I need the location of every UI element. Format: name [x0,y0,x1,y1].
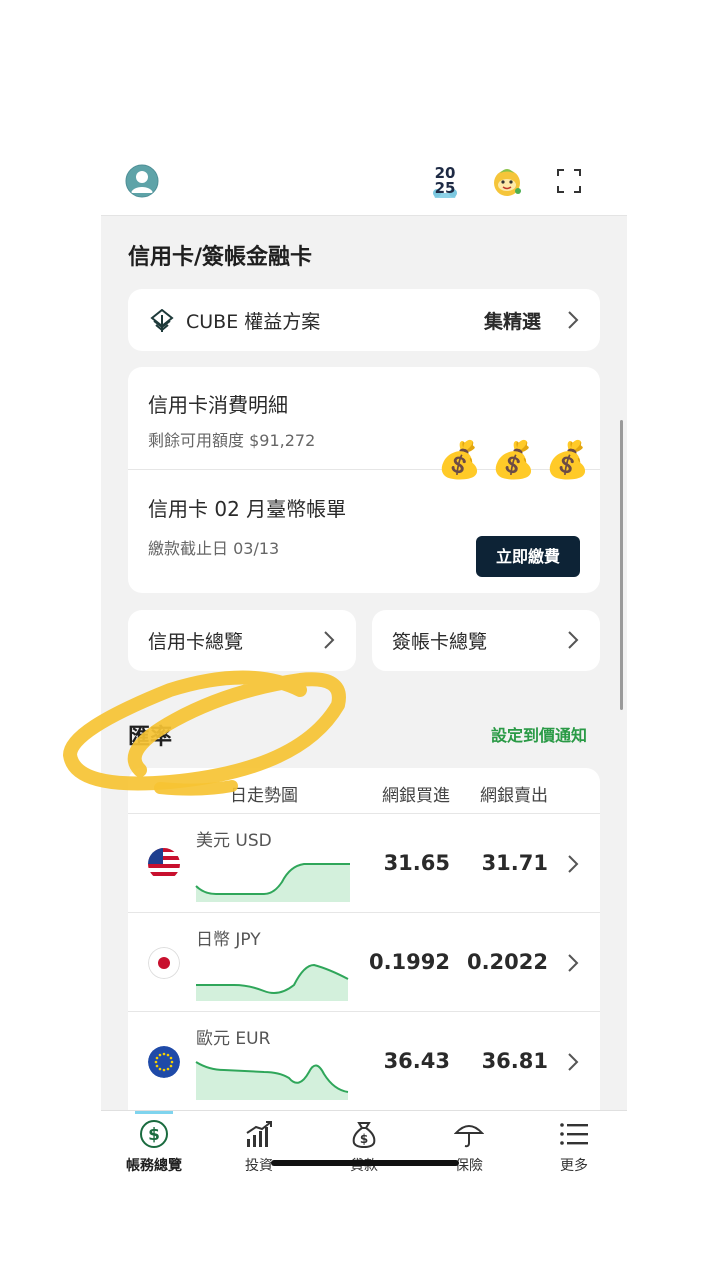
buy-rate: 31.65 [383,851,450,875]
chevron-right-icon [568,311,579,329]
chevron-right-icon [568,631,579,649]
home-indicator[interactable] [271,1160,459,1166]
buy-rate: 0.1992 [368,950,450,974]
credit-section-title: 信用卡/簽帳金融卡 [128,245,313,270]
credit-card-overview-label: 信用卡總覽 [148,631,244,653]
credit-card-overview-button[interactable]: 信用卡總覽 [128,610,356,671]
eur-trend-sparkline [195,1061,349,1100]
sell-rate: 0.2022 [466,950,548,974]
chevron-right-icon [568,1053,579,1071]
cube-logo-icon [150,309,174,332]
cube-benefit-label: CUBE 權益方案 [186,311,321,333]
chevron-right-icon [568,855,579,873]
nav-investment[interactable]: 投資 [219,1119,299,1181]
nav-account-overview[interactable]: $ 帳務總覽 [114,1119,194,1181]
available-credit-text: 剩餘可用額度 $91,272 [148,431,316,450]
money-bag-sticker: 💰 [437,440,482,481]
top-bar: 20 25 [101,155,627,216]
sell-rate: 31.71 [481,851,548,875]
debit-card-overview-button[interactable]: 簽帳卡總覽 [372,610,600,671]
nav-more[interactable]: 更多 [534,1119,614,1181]
usd-trend-sparkline [195,863,350,902]
year-2025-badge-icon[interactable]: 20 25 [429,163,461,199]
eu-flag-icon [148,1046,180,1078]
scrollbar[interactable] [620,420,623,710]
us-flag-icon [148,848,180,880]
price-alert-link[interactable]: 設定到價通知 [491,722,587,746]
currency-name: 日幣 JPY [196,930,261,950]
mascot-icon[interactable] [491,165,523,197]
cube-benefit-card[interactable]: CUBE 權益方案 集精選 [128,289,600,351]
app-screen: 20 25 信用卡/簽帳金融卡 CUBE 權益方案 集精選 信用卡消費明細 剩餘… [101,155,627,1225]
rate-row-jpy[interactable]: 日幣 JPY 0.1992 0.2022 [128,913,600,1012]
money-bag-sticker: 💰 [491,440,536,481]
bottom-navigation: $ 帳務總覽 投資 $ 貸款 保險 更多 [101,1110,627,1225]
svg-text:$: $ [148,1125,160,1145]
rate-row-eur[interactable]: 歐元 EUR 36.43 36.81 [128,1012,600,1111]
sell-rate: 36.81 [481,1049,548,1073]
debit-card-overview-label: 簽帳卡總覽 [392,631,488,653]
rate-row-usd[interactable]: 美元 USD 31.65 31.71 [128,814,600,913]
avatar-icon[interactable] [125,164,159,198]
buy-column-header: 網銀買進 [382,786,450,806]
svg-text:$: $ [360,1132,368,1146]
exchange-rate-card: 日走勢圖 網銀買進 網銀賣出 美元 USD 31.65 31.71 日幣 JPY… [128,768,600,1118]
umbrella-icon [454,1125,484,1148]
buy-rate: 36.43 [383,1049,450,1073]
jpy-trend-sparkline [196,963,349,1001]
nav-label: 更多 [560,1158,588,1174]
japan-flag-icon [148,947,180,979]
currency-name: 美元 USD [196,831,272,851]
nav-loan[interactable]: $ 貸款 [324,1119,404,1181]
sell-column-header: 網銀賣出 [480,786,548,806]
chevron-right-icon [324,631,335,649]
bill-due-date: 繳款截止日 03/13 [148,539,280,558]
chevron-right-icon [568,954,579,972]
bill-title[interactable]: 信用卡 02 月臺幣帳單 [148,493,346,522]
trend-column-header: 日走勢圖 [230,786,298,806]
credit-details-title[interactable]: 信用卡消費明細 [148,389,288,418]
active-tab-indicator [135,1111,173,1114]
chart-up-icon [246,1121,272,1147]
pay-now-button[interactable]: 立即繳費 [476,536,580,577]
dollar-circle-icon: $ [140,1120,168,1148]
cube-collection-label: 集精選 [484,311,542,333]
scan-icon[interactable] [556,168,582,194]
money-bag-sticker: 💰 [545,440,590,481]
nav-label: 帳務總覽 [126,1158,182,1174]
currency-name: 歐元 EUR [196,1029,271,1049]
menu-list-icon [560,1123,588,1145]
rates-section-title: 匯率 [128,725,173,750]
nav-insurance[interactable]: 保險 [429,1119,509,1181]
money-bag-icon: $ [352,1122,376,1149]
year-badge-bottom: 25 [434,179,456,197]
